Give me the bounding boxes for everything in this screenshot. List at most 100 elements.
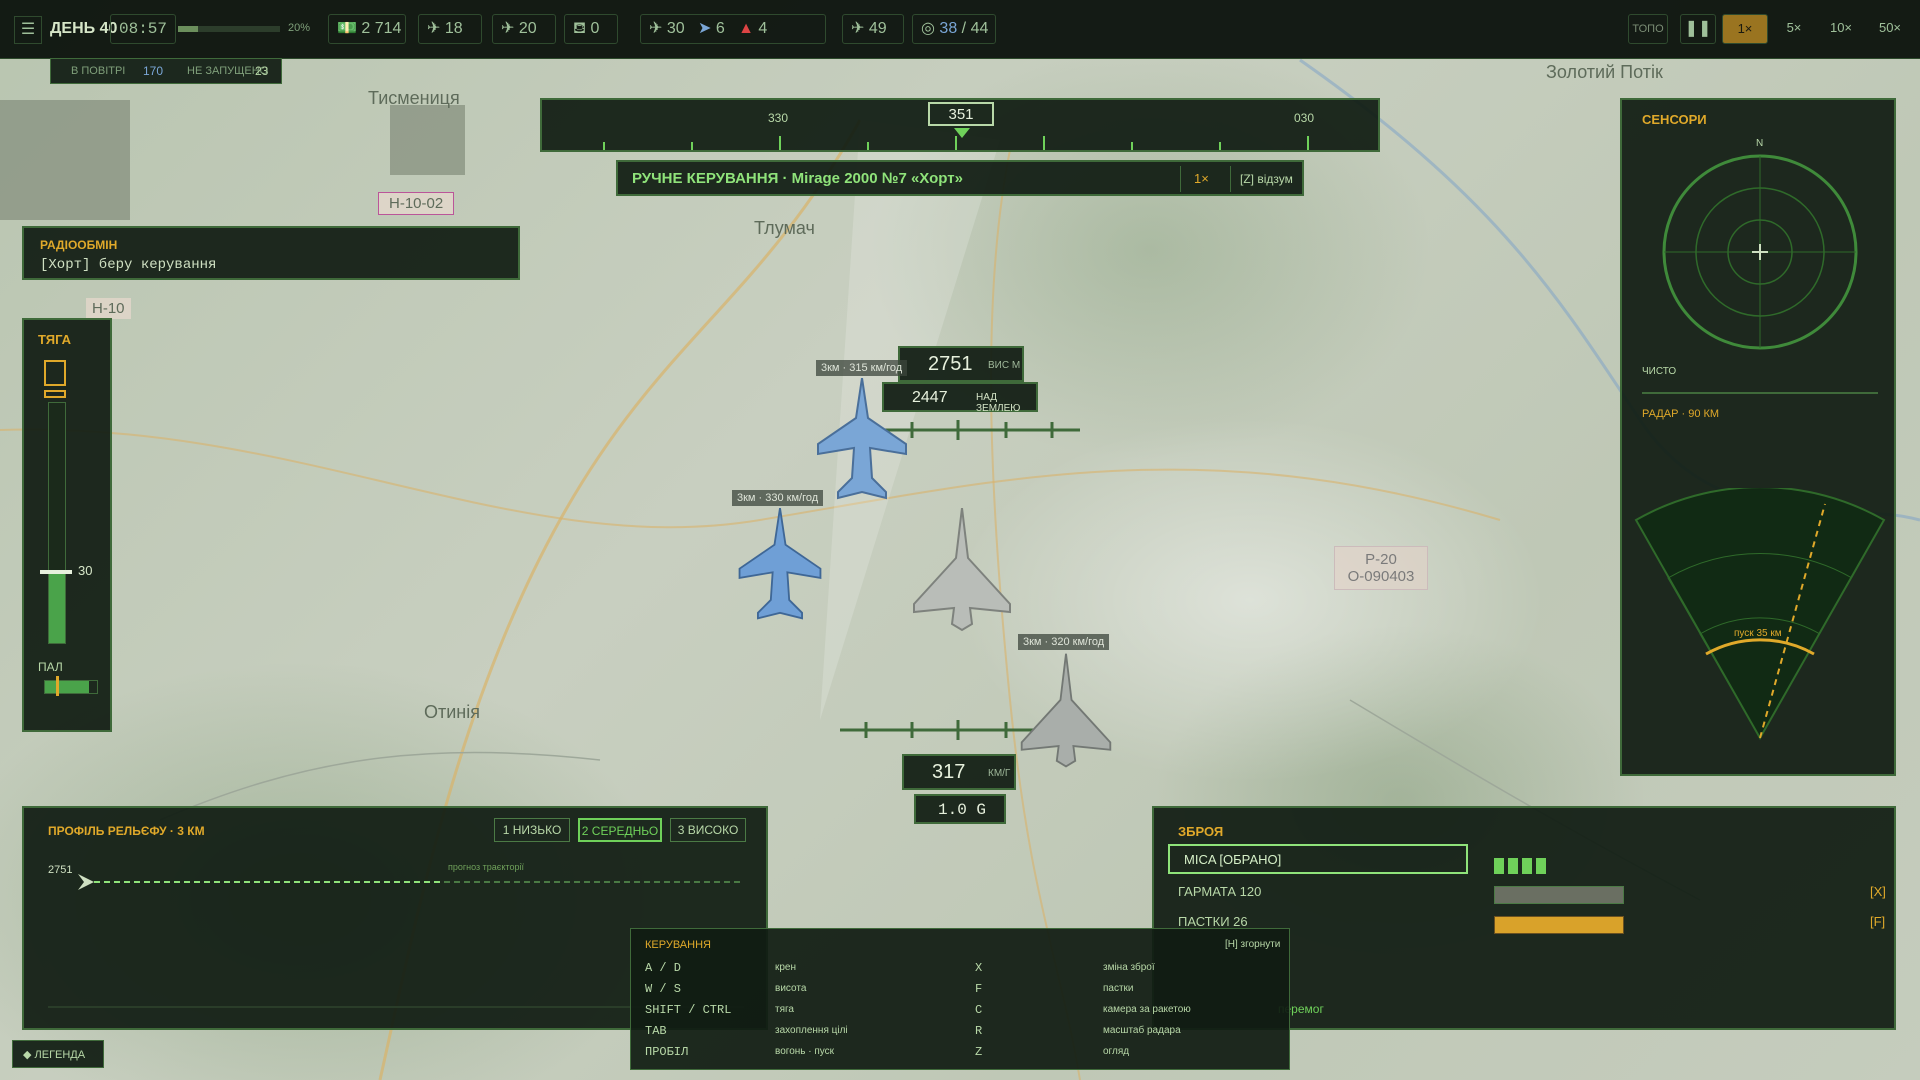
thrust-slider-handle[interactable]	[40, 570, 72, 574]
not-launched-value: 23	[255, 64, 269, 78]
fuel-gauge-fill	[45, 681, 90, 693]
gun-ammo-bar	[1494, 886, 1624, 904]
weapons-counter-group: ✈ 30 ➤ 6 ▲ 4	[640, 14, 826, 44]
building-block	[0, 100, 130, 220]
road-sign-p20: Р-20 О-090403	[1334, 546, 1428, 590]
thrust-panel: ТЯГА 30 ПАЛ	[22, 318, 112, 732]
squadron-icon: ✈	[851, 20, 865, 37]
thrust-title: ТЯГА	[38, 332, 72, 347]
control-action: крен	[775, 962, 797, 973]
topo-toggle-button[interactable]: ТОПО	[1628, 14, 1668, 44]
radar-scope	[1634, 488, 1886, 741]
speed-unit: КМ/Г	[988, 768, 1011, 779]
in-air-label: В ПОВІТРІ	[71, 65, 126, 77]
control-key: Z	[975, 1045, 983, 1059]
weapon-gun-name[interactable]: ГАРМАТА 120	[1178, 884, 1261, 899]
targets-counter: ◎ 38 / 44	[912, 14, 996, 44]
targets-current: 38	[939, 20, 958, 37]
control-key: F	[975, 982, 983, 996]
jet-icon: ✈	[649, 20, 663, 37]
radio-title: РАДІООБМІН	[40, 238, 118, 252]
player-mirage-icon[interactable]	[910, 508, 1014, 632]
rockets-value: 4	[758, 20, 768, 37]
legend-button[interactable]: ◆ ЛЕГЕНДА	[12, 1040, 104, 1068]
heading-tape: 330 030 351	[540, 98, 1380, 152]
collapse-controls-hint[interactable]: [H] згорнути	[1225, 939, 1280, 950]
control-action: вогонь · пуск	[775, 1046, 835, 1057]
weapon-mica-name: MICA [ОБРАНО]	[1184, 852, 1282, 867]
fuel-gauge	[44, 680, 98, 694]
thrust-value: 30	[78, 563, 93, 578]
friendly-fighter-icon[interactable]	[732, 508, 828, 622]
speed-1x-button[interactable]: 1×	[1722, 14, 1768, 44]
friendly-fighter-icon[interactable]	[814, 378, 910, 502]
speed-5x-button[interactable]: 5×	[1774, 14, 1814, 44]
building-block	[390, 105, 465, 175]
bomber-icon: ✈	[501, 20, 515, 37]
day-progress-label: 20%	[288, 22, 311, 34]
manual-control-title: РУЧНЕ КЕРУВАННЯ · Mirage 2000 №7 «Хорт»	[632, 170, 963, 187]
map-label-tysmenytsia: Тисмениця	[368, 88, 460, 108]
substatus-bar: В ПОВІТРІ 170 НЕ ЗАПУЩЕНО 23	[50, 58, 282, 84]
g-force-readout: 1.0 G	[914, 794, 1006, 824]
altitude-readout: 2751 ВИС М	[898, 346, 1024, 382]
rocket-icon: ▲	[738, 20, 754, 37]
map-label-zolotyi-potik: Золотий Потік	[1546, 62, 1663, 82]
control-action: захоплення цілі	[775, 1025, 848, 1036]
manual-control-banner: РУЧНЕ КЕРУВАННЯ · Mirage 2000 №7 «Хорт» …	[616, 160, 1304, 196]
aircraft-counter-b: ✈ 20	[492, 14, 556, 44]
fuel-label: ПАЛ	[38, 660, 63, 674]
ground-altitude-unit: НАД ЗЕМЛЕЮ	[976, 392, 1021, 414]
missile-icon: ➤	[698, 20, 712, 37]
weapon-flares-name[interactable]: ПАСТКИ 26	[1178, 914, 1248, 929]
thrust-slider-fill	[49, 571, 65, 643]
control-key: W / S	[645, 982, 682, 996]
targets-total: 44	[970, 20, 989, 37]
aircraft-tag-a: 3км · 315 км/год	[816, 360, 908, 376]
weapon-mica-row[interactable]: MICA [ОБРАНО]	[1168, 844, 1468, 874]
g-force-value: 1.0 G	[938, 801, 987, 819]
speed-10x-button[interactable]: 10×	[1818, 14, 1864, 44]
road-sign-h1002: Н-10-02	[378, 192, 455, 215]
afterburner-indicator-low	[44, 390, 66, 398]
manual-speed: 1×	[1194, 171, 1209, 186]
aircraft-a-value: 18	[444, 20, 463, 37]
hamburger-icon[interactable]: ☰	[14, 16, 42, 44]
control-action: зміна зброї	[1103, 962, 1155, 973]
weapon-gun-key: [X]	[1870, 884, 1886, 899]
control-action: огляд	[1103, 1046, 1130, 1057]
control-key: C	[975, 1003, 983, 1017]
thrust-slider-track[interactable]	[48, 402, 66, 644]
banner-divider	[1230, 166, 1231, 192]
enemy-fighter-icon[interactable]	[1018, 652, 1114, 770]
sensors-title: СЕНСОРИ	[1642, 112, 1707, 127]
road-sign-h10: Н-10	[86, 298, 131, 319]
aircraft-marker-icon	[78, 874, 94, 890]
money-value: 2 714	[361, 20, 402, 37]
road-sign-p20-id: О-090403	[1347, 568, 1415, 585]
aircraft-counter-a: ✈ 18	[418, 14, 482, 44]
legend-label: ◆ ЛЕГЕНДА	[23, 1049, 86, 1061]
controls-title: КЕРУВАННЯ	[645, 939, 711, 951]
afterburner-indicator	[44, 360, 66, 386]
zoom-out-hint[interactable]: [Z] відзум	[1240, 172, 1293, 186]
control-key: TAB	[645, 1024, 667, 1038]
speed-50x-button[interactable]: 50×	[1866, 14, 1914, 44]
map-label-tlumach: Тлумач	[754, 218, 815, 238]
day-progress-fill	[178, 26, 199, 32]
control-key: ПРОБІЛ	[645, 1045, 689, 1059]
control-key: A / D	[645, 961, 682, 975]
sensor-divider	[1642, 392, 1878, 394]
fighter-icon: ✈	[427, 20, 441, 37]
weapons-title: ЗБРОЯ	[1178, 824, 1224, 839]
launch-range-label: пуск 35 км	[1734, 628, 1782, 639]
money-icon: 💵	[337, 20, 357, 37]
control-action: висота	[775, 983, 807, 994]
altitude-value: 2751	[928, 353, 973, 375]
sensors-panel: СЕНСОРИ N ЧИСТО РАДАР · 90 КМ пуск 35 км	[1620, 98, 1896, 776]
altitude-unit: ВИС М	[988, 360, 1021, 371]
ground-altitude-value: 2447	[912, 389, 948, 406]
control-action: тяга	[775, 1004, 794, 1015]
pause-button[interactable]: ❚❚	[1680, 14, 1716, 44]
control-key: X	[975, 961, 983, 975]
